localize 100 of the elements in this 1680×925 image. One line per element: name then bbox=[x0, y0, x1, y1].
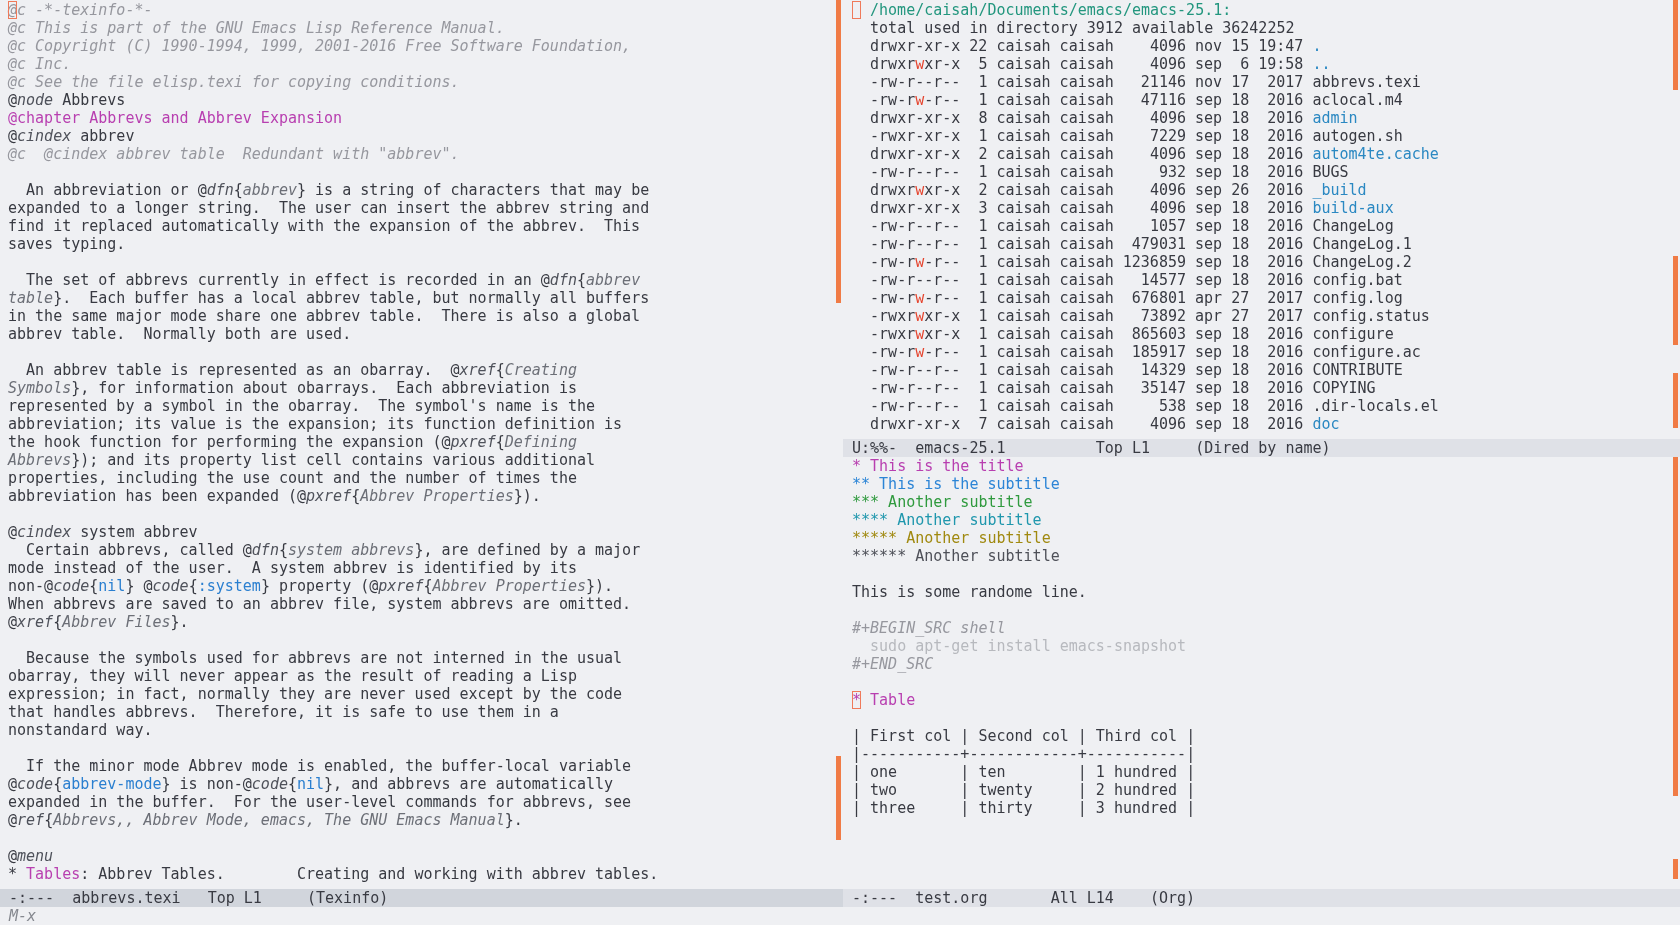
file-group: caisah bbox=[1059, 73, 1114, 91]
file-date: sep 18 2016 bbox=[1195, 361, 1304, 379]
file-name[interactable]: autogen.sh bbox=[1312, 127, 1403, 145]
file-permissions: -rwxr-xr-x bbox=[870, 127, 961, 145]
buffer-status: -:--- bbox=[852, 889, 898, 907]
file-name[interactable]: ChangeLog.2 bbox=[1312, 253, 1412, 271]
file-permissions: -rw-rw-r-- bbox=[870, 91, 961, 109]
text-line: An abbrev table is represented as an obarray. @xref{Creating bbox=[25, 361, 577, 379]
file-date: sep 18 2016 bbox=[1195, 145, 1304, 163]
file-permissions: drwxrwxr-x bbox=[870, 55, 961, 73]
file-owner: caisah bbox=[996, 271, 1051, 289]
file-permissions: -rw-rw-r-- bbox=[870, 289, 961, 307]
file-name[interactable]: configure bbox=[1312, 325, 1394, 343]
table-row: | three | thirty | 3 hundred | bbox=[852, 799, 1196, 817]
cursor-position: Top L1 bbox=[1095, 439, 1150, 457]
link-count: 22 bbox=[969, 37, 988, 55]
file-permissions: -rw-rw-r-- bbox=[870, 343, 961, 361]
file-date: sep 18 2016 bbox=[1195, 91, 1304, 109]
file-size: 932 bbox=[1158, 163, 1186, 181]
file-name[interactable]: aclocal.m4 bbox=[1312, 91, 1403, 109]
link-count: 1 bbox=[978, 235, 988, 253]
file-permissions: drwxr-xr-x bbox=[870, 145, 961, 163]
file-group: caisah bbox=[1059, 271, 1114, 289]
file-permissions: drwxr-xr-x bbox=[870, 37, 961, 55]
link-count: 1 bbox=[978, 307, 988, 325]
file-owner: caisah bbox=[996, 235, 1051, 253]
link-count: 1 bbox=[978, 289, 988, 307]
file-size: 14577 bbox=[1140, 271, 1186, 289]
heading-line: ***** Another subtitle bbox=[852, 529, 1051, 547]
text-line: abbrev table. Normally both are used. bbox=[8, 325, 352, 343]
file-name[interactable]: BUGS bbox=[1312, 163, 1349, 181]
link-count: 1 bbox=[978, 397, 988, 415]
file-permissions: -rwxrwxr-x bbox=[870, 325, 961, 343]
file-group: caisah bbox=[1059, 91, 1114, 109]
file-name[interactable]: COPYING bbox=[1312, 379, 1376, 397]
file-owner: caisah bbox=[996, 325, 1051, 343]
link-count: 1 bbox=[978, 73, 988, 91]
file-date: sep 18 2016 bbox=[1195, 127, 1304, 145]
file-name[interactable]: .dir-locals.el bbox=[1312, 397, 1439, 415]
file-owner: caisah bbox=[996, 217, 1051, 235]
file-name[interactable]: ChangeLog bbox=[1312, 217, 1394, 235]
file-name[interactable]: config.log bbox=[1312, 289, 1403, 307]
link-count: 5 bbox=[978, 55, 988, 73]
file-group: caisah bbox=[1059, 217, 1114, 235]
file-permissions: drwxr-xr-x bbox=[870, 109, 961, 127]
fringe-marker bbox=[1673, 373, 1678, 428]
file-size: 73892 bbox=[1140, 307, 1186, 325]
file-group: caisah bbox=[1059, 307, 1114, 325]
file-permissions: drwxrwxr-x bbox=[870, 181, 961, 199]
heading-line: **** Another subtitle bbox=[852, 511, 1042, 529]
file-owner: caisah bbox=[996, 343, 1051, 361]
text-line: @ref{Abbrevs,, Abbrev Mode, emacs, The GNU Emacs Manual}. bbox=[8, 811, 523, 829]
file-group: caisah bbox=[1059, 127, 1114, 145]
file-group: caisah bbox=[1059, 343, 1114, 361]
file-name[interactable]: ChangeLog.1 bbox=[1312, 235, 1412, 253]
text-line: Certain abbrevs, called @dfn{system abbrevs}, are defined by a major bbox=[25, 541, 641, 559]
text-line: the hook function for performing the expansion (@pxref{Defining bbox=[8, 433, 577, 451]
file-permissions: -rw-r--r-- bbox=[870, 379, 961, 397]
file-size: 4096 bbox=[1149, 37, 1186, 55]
file-size: 4096 bbox=[1149, 181, 1186, 199]
file-size: 538 bbox=[1158, 397, 1186, 415]
text-line: An abbreviation or @dfn{abbrev} is a string of characters that may be bbox=[25, 181, 650, 199]
file-size: 1057 bbox=[1149, 217, 1186, 235]
directory-name[interactable]: . bbox=[1312, 37, 1322, 55]
text-line: * Tables: Abbrev Tables. Creating and working with abbrev tables. bbox=[8, 865, 659, 883]
file-size: 35147 bbox=[1140, 379, 1186, 397]
file-size: 4096 bbox=[1149, 199, 1186, 217]
file-name[interactable]: configure.ac bbox=[1312, 343, 1421, 361]
file-group: caisah bbox=[1059, 415, 1114, 433]
link-count: 1 bbox=[978, 253, 988, 271]
file-name[interactable]: CONTRIBUTE bbox=[1312, 361, 1403, 379]
file-permissions: -rw-r--r-- bbox=[870, 361, 961, 379]
file-group: caisah bbox=[1059, 379, 1114, 397]
link-count: 3 bbox=[978, 199, 988, 217]
file-size: 47116 bbox=[1140, 91, 1186, 109]
file-date: sep 18 2016 bbox=[1195, 343, 1304, 361]
table-rule: |-----------+------------+-----------| bbox=[852, 745, 1196, 763]
file-name[interactable]: config.bat bbox=[1312, 271, 1403, 289]
link-count: 1 bbox=[978, 325, 988, 343]
file-date: sep 6 19:58 bbox=[1195, 55, 1304, 73]
text-line: When abbrevs are saved to an abbrev file, system abbrevs are omitted. bbox=[8, 595, 632, 613]
file-date: sep 18 2016 bbox=[1195, 379, 1304, 397]
file-group: caisah bbox=[1059, 199, 1114, 217]
text-line: @cindex abbrev bbox=[8, 127, 135, 145]
directory-name[interactable]: .. bbox=[1312, 55, 1331, 73]
text-line: @node Abbrevs bbox=[8, 91, 126, 109]
text-line: @c This is part of the GNU Emacs Lisp Reference Manual. bbox=[8, 19, 505, 37]
heading-line: ** This is the subtitle bbox=[852, 475, 1060, 493]
file-size: 4096 bbox=[1149, 55, 1186, 73]
text-line: saves typing. bbox=[8, 235, 126, 253]
file-date: sep 18 2016 bbox=[1195, 217, 1304, 235]
file-name[interactable]: config.status bbox=[1312, 307, 1430, 325]
text-line: This is some randome line. bbox=[852, 583, 1087, 601]
file-size: 14329 bbox=[1140, 361, 1186, 379]
file-group: caisah bbox=[1059, 397, 1114, 415]
file-date: sep 18 2016 bbox=[1195, 253, 1304, 271]
file-owner: caisah bbox=[996, 91, 1051, 109]
file-name[interactable]: abbrevs.texi bbox=[1312, 73, 1421, 91]
text-line: @c See the file elisp.texi for copying conditions. bbox=[8, 73, 460, 91]
text-line: obarray, they will never appear as the result of reading a Lisp bbox=[8, 667, 577, 685]
